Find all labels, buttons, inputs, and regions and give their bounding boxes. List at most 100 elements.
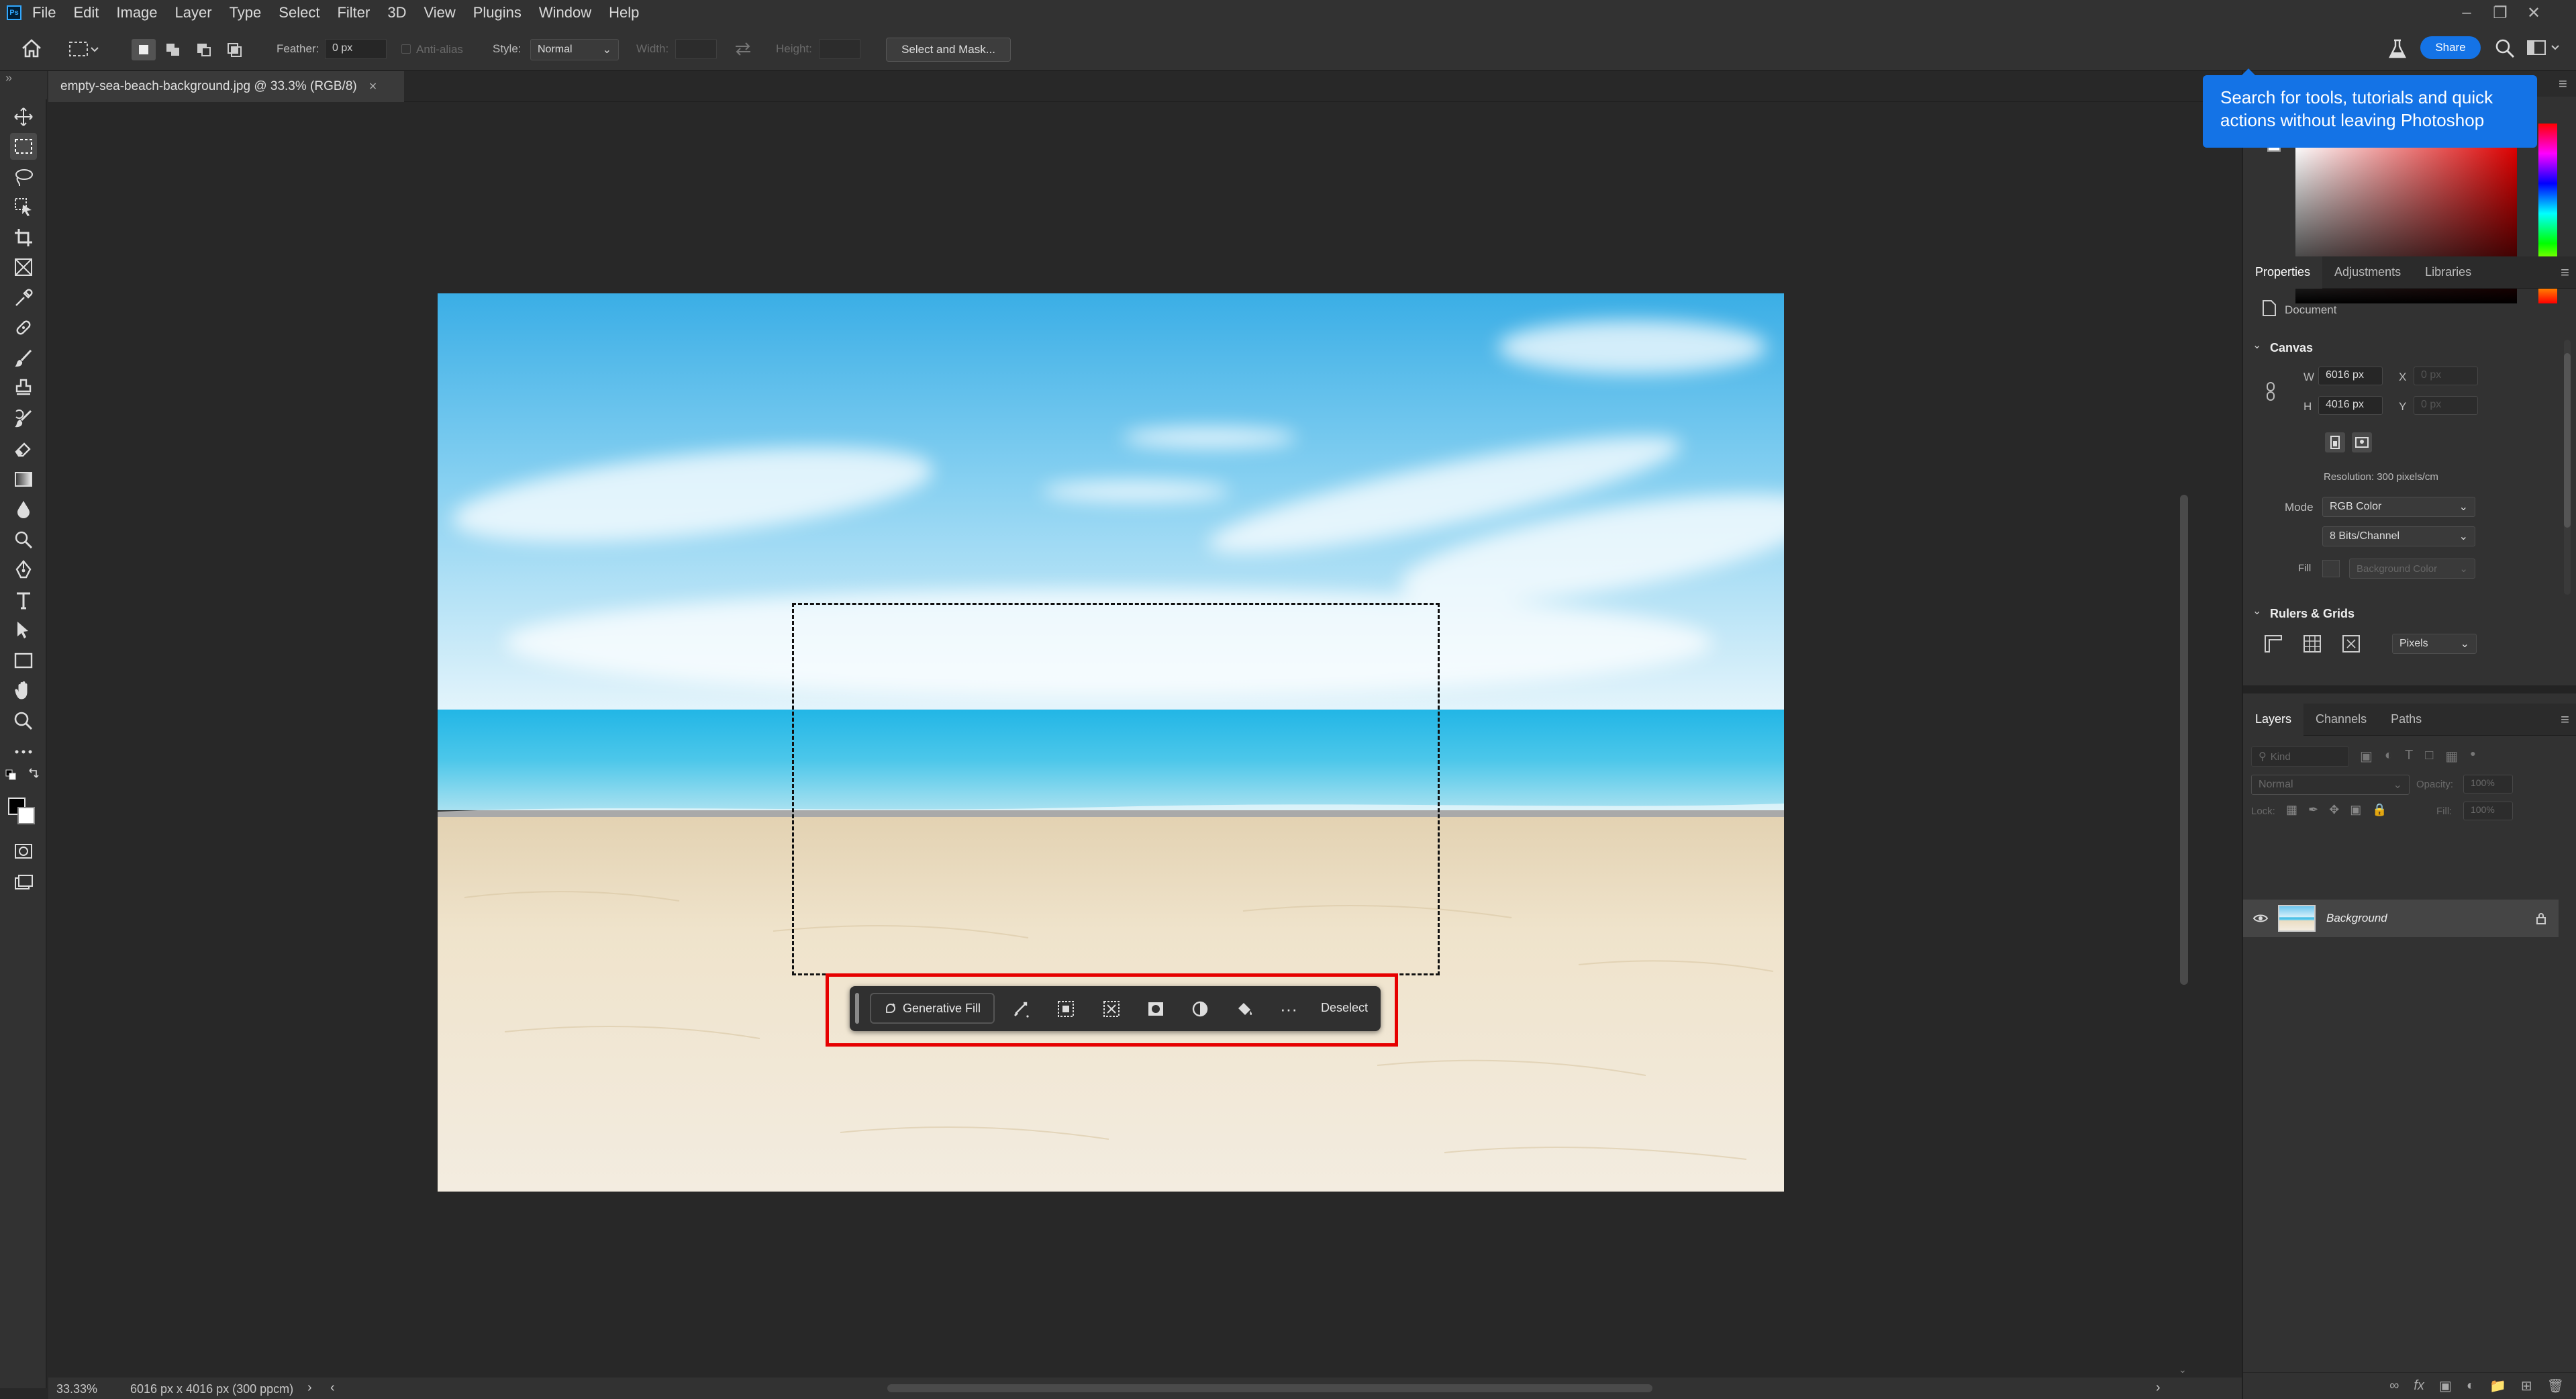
document-tab[interactable]: empty-sea-beach-background.jpg @ 33.3% (…: [48, 71, 404, 102]
canvas-vertical-scrollbar[interactable]: ⌄: [2175, 102, 2193, 1378]
menu-help[interactable]: Help: [609, 4, 639, 21]
swap-icon[interactable]: [733, 40, 753, 58]
pen-tool-icon[interactable]: [10, 556, 37, 583]
style-select[interactable]: Normal ⌄: [530, 39, 619, 60]
clone-stamp-tool-icon[interactable]: [10, 375, 37, 401]
lasso-tool-icon[interactable]: [10, 164, 37, 191]
rectangle-tool-icon[interactable]: [10, 647, 37, 674]
height-input[interactable]: [819, 39, 860, 59]
smart-object-filter-icon[interactable]: ▦: [2445, 748, 2458, 765]
add-selection-button[interactable]: [161, 39, 185, 60]
photoshop-logo[interactable]: Ps: [7, 5, 21, 20]
tab-channels[interactable]: Channels: [2303, 704, 2379, 736]
delete-layer-icon[interactable]: 🗑: [2547, 1378, 2564, 1394]
intersect-selection-button[interactable]: [223, 39, 247, 60]
new-adjustment-icon[interactable]: ◐: [2467, 1378, 2475, 1394]
hand-tool-icon[interactable]: [10, 677, 37, 704]
canvas-collapse-icon[interactable]: ⌄: [2252, 338, 2261, 352]
dodge-tool-icon[interactable]: [10, 526, 37, 553]
link-dimensions-icon[interactable]: [2265, 381, 2277, 401]
eraser-tool-icon[interactable]: [10, 435, 37, 462]
swap-colors-icon[interactable]: [27, 768, 40, 781]
brush-tool-icon[interactable]: [10, 345, 37, 372]
layer-row-background[interactable]: Background: [2243, 900, 2559, 937]
layer-filter-kind[interactable]: ⚲ Kind: [2251, 746, 2349, 767]
color-mode-select[interactable]: RGB Color ⌄: [2322, 497, 2475, 517]
minimize-icon[interactable]: –: [2450, 3, 2483, 22]
vertical-scroll-thumb[interactable]: [2180, 495, 2188, 985]
new-selection-button[interactable]: [132, 39, 156, 60]
scroll-down-icon[interactable]: ⌄: [2179, 1364, 2187, 1376]
history-brush-tool-icon[interactable]: [10, 405, 37, 432]
menu-edit[interactable]: Edit: [73, 4, 99, 21]
background-color-swatch[interactable]: [17, 807, 35, 824]
scroll-right-icon[interactable]: ›: [2156, 1380, 2161, 1396]
eyedropper-tool-icon[interactable]: [10, 285, 37, 311]
zoom-level[interactable]: 33.33%: [56, 1382, 97, 1396]
new-group-icon[interactable]: 📁: [2489, 1378, 2506, 1394]
eye-icon[interactable]: [2252, 913, 2269, 924]
crop-tool-icon[interactable]: [10, 224, 37, 251]
share-button[interactable]: Share: [2420, 36, 2481, 59]
zoom-tool-icon[interactable]: [10, 708, 37, 734]
rectangular-selection[interactable]: [792, 603, 1440, 975]
menu-window[interactable]: Window: [539, 4, 591, 21]
tab-libraries[interactable]: Libraries: [2413, 256, 2483, 289]
flask-icon[interactable]: [2387, 38, 2408, 60]
canvas-x-input[interactable]: 0 px: [2414, 367, 2478, 385]
healing-brush-tool-icon[interactable]: [10, 314, 37, 341]
opacity-input[interactable]: 100%: [2463, 775, 2513, 793]
select-and-mask-button[interactable]: Select and Mask...: [886, 38, 1011, 62]
scroll-left-icon[interactable]: ‹: [330, 1380, 335, 1396]
home-icon[interactable]: [20, 38, 43, 59]
layer-lock-icon[interactable]: [2536, 912, 2546, 924]
path-selection-tool-icon[interactable]: [10, 616, 37, 643]
move-tool-icon[interactable]: [10, 103, 37, 130]
tab-adjustments[interactable]: Adjustments: [2322, 256, 2413, 289]
subtract-selection-button[interactable]: [192, 39, 216, 60]
canvas-y-input[interactable]: 0 px: [2414, 396, 2478, 415]
fill-color-swatch[interactable]: [2322, 560, 2340, 577]
lock-artboard-icon[interactable]: ▣: [2350, 803, 2361, 817]
type-filter-icon[interactable]: T: [2405, 748, 2413, 765]
menu-view[interactable]: View: [424, 4, 455, 21]
shape-filter-icon[interactable]: □: [2425, 748, 2433, 765]
ruler-icon[interactable]: [2263, 634, 2283, 654]
menu-image[interactable]: Image: [116, 4, 157, 21]
status-menu-arrow-icon[interactable]: ›: [307, 1380, 312, 1396]
screen-mode-icon[interactable]: [10, 869, 37, 896]
tab-paths[interactable]: Paths: [2379, 704, 2434, 736]
quick-mask-icon[interactable]: [10, 838, 37, 865]
tab-layers[interactable]: Layers: [2243, 703, 2304, 736]
width-input[interactable]: [675, 39, 717, 59]
search-icon[interactable]: [2494, 38, 2516, 59]
adjustment-filter-icon[interactable]: ◐: [2385, 748, 2393, 765]
workspace-icon[interactable]: [2526, 39, 2564, 58]
close-tab-icon[interactable]: ×: [369, 79, 377, 95]
canvas-width-input[interactable]: 6016 px: [2318, 367, 2383, 385]
horizontal-scroll-thumb[interactable]: [887, 1384, 1652, 1392]
tab-properties[interactable]: Properties: [2243, 256, 2323, 289]
filter-toggle-icon[interactable]: ●: [2470, 748, 2475, 765]
more-tools-icon[interactable]: [10, 738, 37, 765]
lock-transparency-icon[interactable]: ▦: [2286, 803, 2297, 817]
add-mask-icon[interactable]: ▣: [2439, 1378, 2452, 1394]
grid-icon[interactable]: [2302, 634, 2322, 654]
menu-file[interactable]: File: [32, 4, 56, 21]
bit-depth-select[interactable]: 8 Bits/Channel ⌄: [2322, 526, 2475, 546]
object-selection-tool-icon[interactable]: [10, 193, 37, 220]
new-layer-icon[interactable]: ⊞: [2521, 1378, 2532, 1394]
layer-style-icon[interactable]: fx: [2414, 1378, 2424, 1394]
close-window-icon[interactable]: ✕: [2517, 3, 2550, 23]
menu-filter[interactable]: Filter: [337, 4, 370, 21]
type-tool-icon[interactable]: [10, 587, 37, 614]
menu-type[interactable]: Type: [230, 4, 262, 21]
gradient-tool-icon[interactable]: [10, 466, 37, 493]
landscape-orientation-icon[interactable]: [2352, 432, 2372, 452]
restore-icon[interactable]: ❐: [2483, 3, 2517, 23]
portrait-orientation-icon[interactable]: [2325, 432, 2345, 452]
menu-layer[interactable]: Layer: [175, 4, 212, 21]
layer-fill-input[interactable]: 100%: [2463, 802, 2513, 820]
feather-input[interactable]: 0 px: [325, 39, 387, 59]
fill-select[interactable]: Background Color ⌄: [2349, 559, 2475, 579]
